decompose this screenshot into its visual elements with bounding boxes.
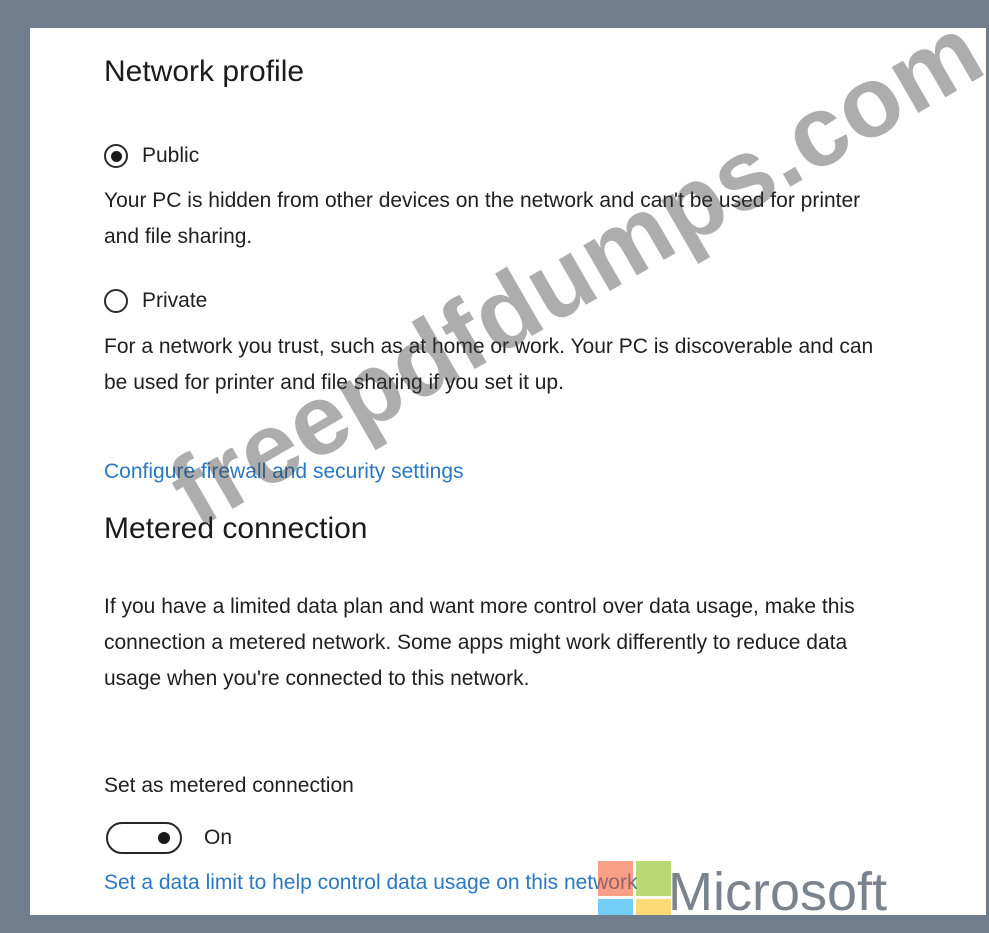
private-description: For a network you trust, such as at home… <box>104 335 874 394</box>
public-radio-button[interactable] <box>104 144 128 168</box>
public-radio-label: Public <box>142 144 200 167</box>
metered-toggle-label: Set as metered connection <box>104 774 354 797</box>
network-profile-heading: Network profile <box>104 55 305 88</box>
network-settings-panel: Network profile Public Your PC is hidden… <box>30 28 986 915</box>
public-description: Your PC is hidden from other devices on … <box>104 189 861 248</box>
private-radio-label: Private <box>142 289 208 312</box>
metered-description: If you have a limited data plan and want… <box>104 595 855 690</box>
metered-connection-heading: Metered connection <box>104 512 368 545</box>
configure-firewall-link[interactable]: Configure firewall and security settings <box>104 460 464 484</box>
microsoft-logo-text: Microsoft <box>668 862 888 915</box>
toggle-knob <box>158 832 170 844</box>
toggle-state-label: On <box>204 826 233 849</box>
private-radio-button[interactable] <box>104 289 128 313</box>
logo-square-blue <box>598 899 633 915</box>
public-radio-option[interactable]: Public <box>104 140 199 172</box>
logo-square-green <box>636 861 671 896</box>
logo-square-yellow <box>636 899 671 915</box>
metered-toggle-switch[interactable] <box>106 822 182 854</box>
set-data-limit-link[interactable]: Set a data limit to help control data us… <box>104 871 637 895</box>
private-radio-option[interactable]: Private <box>104 285 207 317</box>
metered-toggle-row: On <box>106 822 232 854</box>
